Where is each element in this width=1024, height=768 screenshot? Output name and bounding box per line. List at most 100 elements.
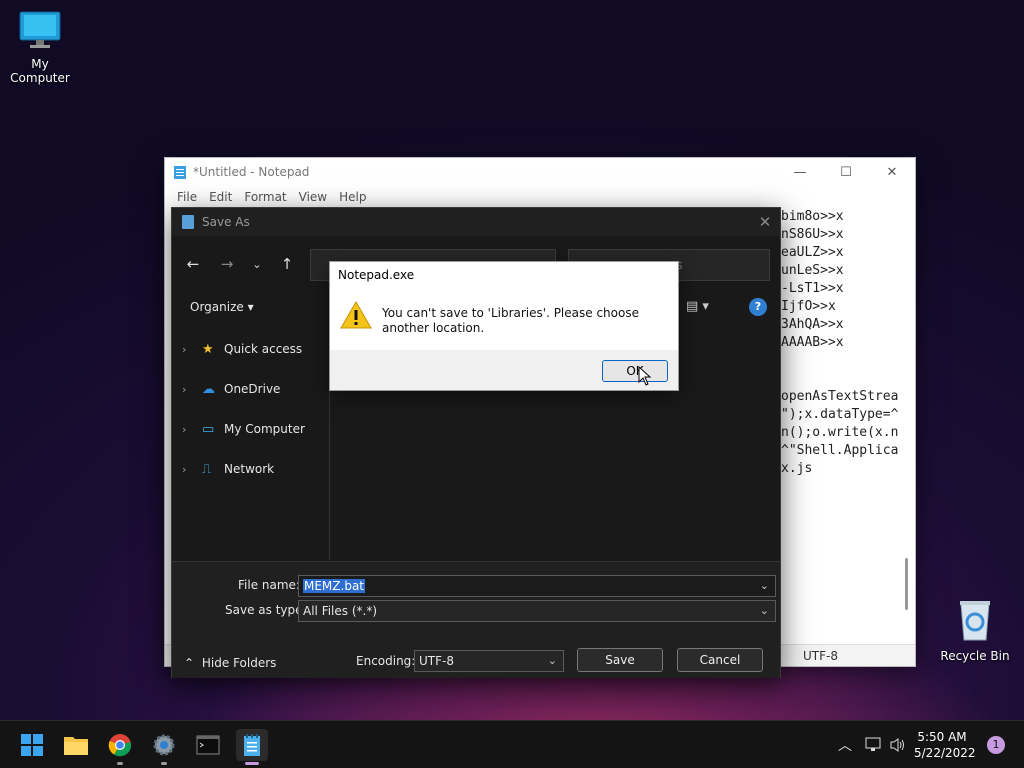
navigation-pane: › ★ Quick access › ☁ OneDrive › ▭ My Com… [172,328,330,560]
chrome-icon [108,734,132,757]
menu-file[interactable]: File [171,190,203,204]
chevron-right-icon[interactable]: › [182,343,202,356]
clock[interactable]: 5:50 AM 5/22/2022 [914,729,976,761]
chevron-right-icon[interactable]: › [182,463,202,476]
tree-item-network[interactable]: › ⎍ Network [182,459,274,479]
network-status-icon[interactable] [864,737,882,753]
hide-folders-button[interactable]: ⌃ Hide Folders [184,656,276,670]
tree-item-quick-access[interactable]: › ★ Quick access [182,339,302,359]
status-encoding: UTF-8 [803,649,838,663]
close-button[interactable]: ✕ [869,165,915,180]
tree-item-my-computer[interactable]: › ▭ My Computer [182,419,305,439]
chevron-down-icon[interactable]: ⌄ [760,579,769,592]
save-type-value: All Files (*.*) [303,604,378,618]
notepad-text-line: openAsTextStrea [781,389,899,404]
chevron-down-icon[interactable]: ⌄ [760,604,769,617]
start-button[interactable] [16,729,48,761]
notepad-icon [174,166,186,179]
recycle-bin-icon [960,601,990,641]
encoding-value: UTF-8 [419,654,454,668]
chevron-right-icon[interactable]: › [182,383,202,396]
notepad-text-line [781,352,898,370]
taskbar-file-explorer[interactable] [60,729,92,761]
volume-icon[interactable] [889,737,907,753]
save-type-select[interactable]: All Files (*.*) ⌄ [298,600,776,622]
notepad-text-line: eaULZ>>x [781,245,844,260]
notepad-text-line: nS86U>>x [781,227,844,242]
monitor-icon: ▭ [202,421,215,437]
desktop-icon-label: Recycle Bin [940,649,1010,663]
chevron-right-icon[interactable]: › [182,423,202,436]
notepad-text-line: IjfO>>x [781,299,836,314]
desktop-icon-label: My Computer [10,57,70,85]
desktop-icon-my-computer[interactable]: My Computer [0,10,80,85]
taskbar-notepad[interactable] [236,729,268,765]
save-as-icon [182,215,194,229]
file-name-field[interactable]: MEMZ.bat ⌄ [298,575,776,597]
maximize-button[interactable]: ☐ [823,165,869,180]
clock-time: 5:50 AM [917,730,967,744]
save-as-title: Save As [202,215,250,229]
encoding-select[interactable]: UTF-8 ⌄ [414,650,564,672]
message-text: You can't save to 'Libraries'. Please ch… [382,306,639,335]
save-as-title-bar[interactable]: Save As ✕ [172,208,780,236]
tree-item-onedrive[interactable]: › ☁ OneDrive [182,379,280,399]
minimize-button[interactable]: — [777,165,823,180]
notification-badge[interactable]: 1 [987,736,1005,754]
chevron-down-icon[interactable]: ⌄ [548,654,557,667]
menu-help[interactable]: Help [333,190,372,204]
close-icon[interactable]: ✕ [750,213,780,231]
notepad-text-line: bim8o>>x [781,209,844,224]
chevron-up-icon: ⌃ [184,656,195,670]
scrollbar-thumb[interactable] [905,558,908,610]
recent-locations-chevron-icon[interactable]: ⌄ [244,258,270,271]
mouse-cursor-icon [638,366,652,386]
taskbar-chrome[interactable] [104,729,136,765]
clock-date: 5/22/2022 [914,746,976,760]
menu-format[interactable]: Format [238,190,292,204]
terminal-icon [196,735,220,755]
chevron-up-icon[interactable]: ︿ [838,735,852,755]
cloud-icon: ☁ [202,381,215,397]
forward-arrow-icon[interactable]: → [210,255,244,273]
notepad-text-line [781,370,898,388]
notepad-title-bar[interactable]: *Untitled - Notepad — ☐ ✕ [165,158,915,186]
file-name-label: File name: [238,578,300,592]
cancel-button[interactable]: Cancel [677,648,763,672]
running-indicator [161,762,167,765]
encoding-label: Encoding: [356,654,416,668]
taskbar-settings[interactable] [148,729,180,765]
save-button[interactable]: Save [577,648,663,672]
organize-button[interactable]: Organize ▾ [190,300,254,314]
message-box-title: Notepad.exe [330,262,678,288]
hide-folders-label: Hide Folders [201,656,277,670]
message-box: Notepad.exe You can't save to 'Libraries… [329,261,679,391]
warning-icon [340,300,372,329]
notepad-text-line: -LsT1>>x [781,281,844,296]
notepad-text-area[interactable]: bim8o>>x nS86U>>x eaULZ>>x unLeS>>x -LsT1>>x… [781,208,898,478]
star-icon: ★ [202,341,214,357]
message-box-body: You can't save to 'Libraries'. Please ch… [330,288,678,350]
help-icon[interactable]: ? [749,298,767,316]
notepad-text-line: x.js [781,461,813,476]
save-type-label: Save as type: [225,603,307,617]
monitor-icon [19,11,61,48]
network-icon: ⎍ [202,461,212,477]
notepad-text-line: unLeS>>x [781,263,844,278]
tree-item-label: My Computer [224,422,305,436]
taskbar-terminal[interactable] [192,729,224,761]
menu-edit[interactable]: Edit [203,190,238,204]
ok-button[interactable]: OK [602,360,668,382]
up-arrow-icon[interactable]: ↑ [270,255,304,273]
menu-view[interactable]: View [293,190,333,204]
notepad-title: *Untitled - Notepad [193,165,310,179]
view-options-icon[interactable]: ▤ ▾ [686,299,709,314]
desktop-icon-recycle-bin[interactable]: Recycle Bin [935,598,1015,663]
windows-logo-icon [21,734,43,756]
notepad-scrollbar[interactable] [901,208,913,626]
gear-icon [153,734,175,756]
notepad-text-line: ");x.dataType=^ [781,407,899,422]
notepad-text-line: AAAAB>>x [781,335,844,350]
notepad-icon [244,734,260,756]
back-arrow-icon[interactable]: ← [176,255,210,273]
